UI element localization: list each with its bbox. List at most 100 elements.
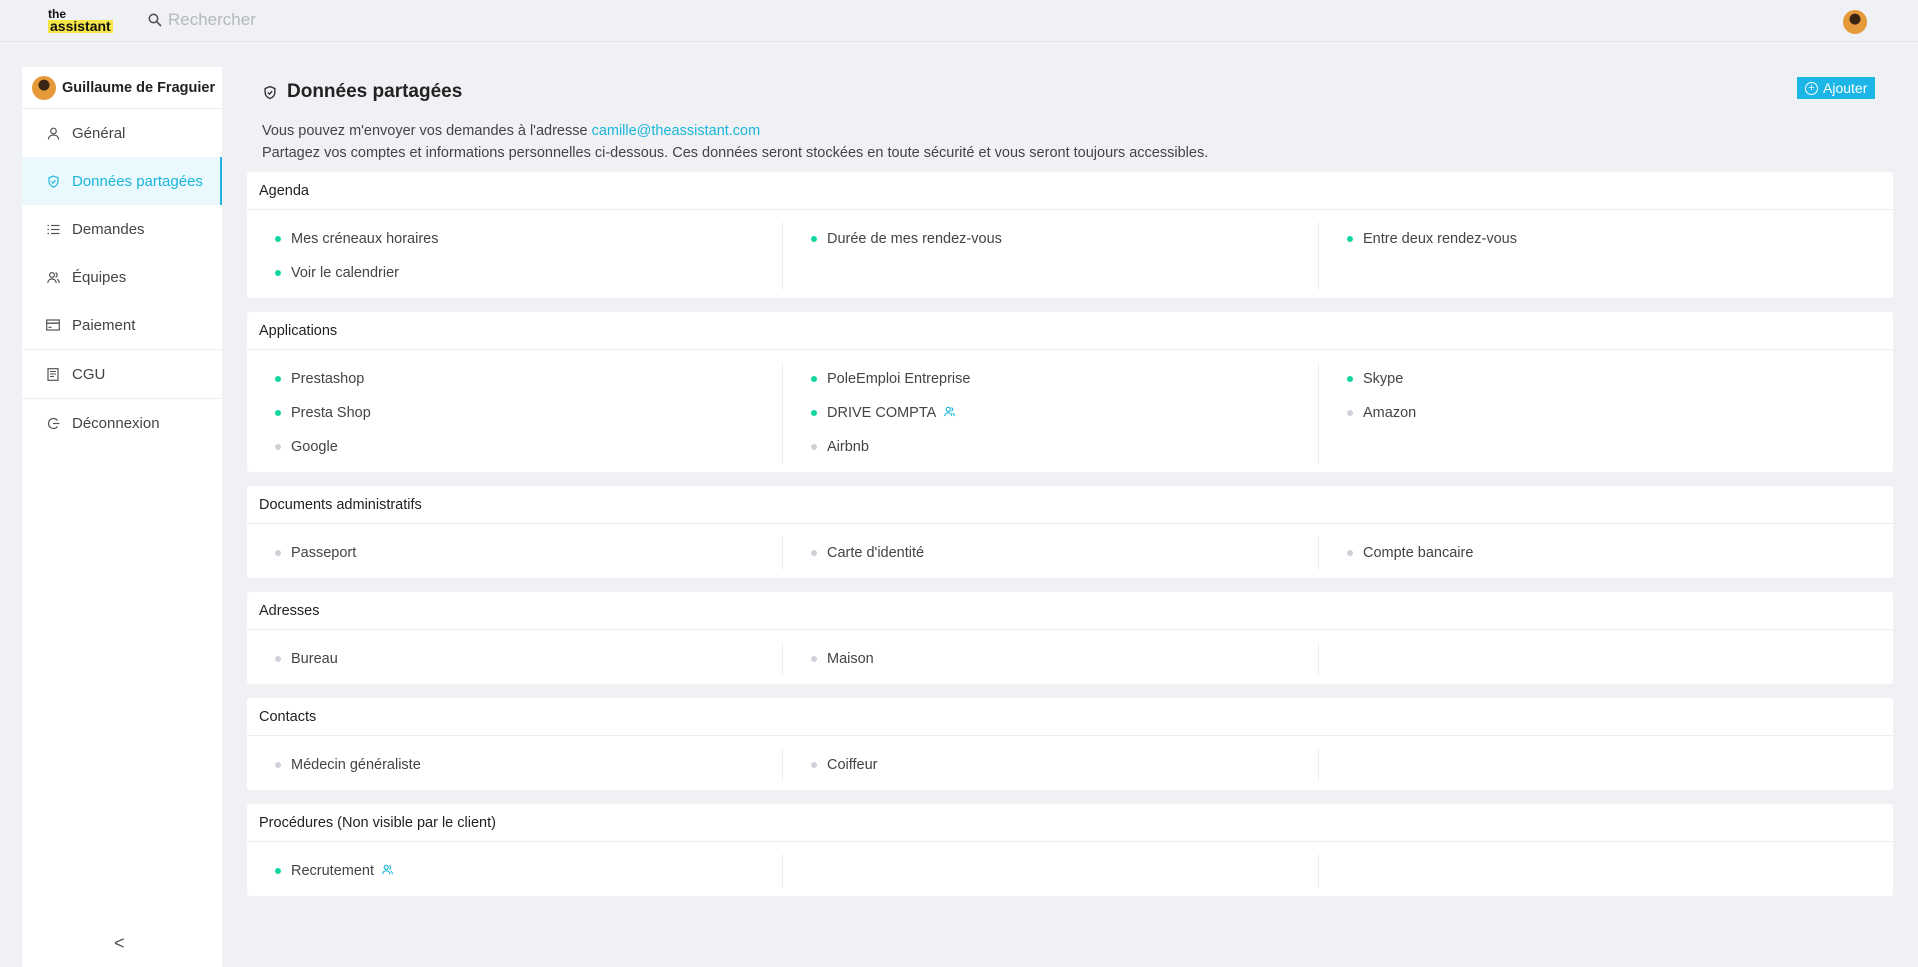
shared-item-duree-de-mes-rendez-vous[interactable]: Durée de mes rendez-vous [811,222,1318,256]
shared-item-passeport[interactable]: Passeport [275,536,782,570]
card-icon [46,318,60,332]
section-card-applications: Applications Prestashop Presta Shop Google P… [247,312,1893,472]
sidebar-item-label: Général [72,124,126,142]
sidebar-item-label: Déconnexion [72,414,160,432]
sidebar-item-label: Demandes [72,220,145,238]
status-dot [275,410,281,416]
section-column: Entre deux rendez-vous [1319,222,1893,290]
section-column: Mes créneaux horaires Voir le calendrier [247,222,783,290]
sidebar-item-paiement[interactable]: Paiement [22,301,222,349]
shared-item-label: Presta Shop [291,405,371,421]
status-dot [811,550,817,556]
shared-item-label: Airbnb [827,439,869,455]
section-card-documents-administratifs: Documents administratifs Passeport Carte d… [247,486,1893,578]
shared-item-bureau[interactable]: Bureau [275,642,782,676]
section-column [1319,854,1893,888]
user-icon [46,126,60,140]
shared-item-label: Recrutement [291,863,375,879]
sidebar-item-demandes[interactable]: Demandes [22,205,222,253]
shared-item-coiffeur[interactable]: Coiffeur [811,748,1318,782]
status-dot [1347,410,1353,416]
page-description: Vous pouvez m'envoyer vos demandes à l'a… [262,120,1208,164]
sidebar-item-donnees-partagees[interactable]: Données partagées [22,157,222,205]
shared-item-voir-le-calendrier[interactable]: Voir le calendrier [275,256,782,290]
logo[interactable]: the assistant [48,8,113,34]
status-dot [275,868,281,874]
section-body: Médecin généraliste Coiffeur [247,736,1893,790]
shared-item-airbnb[interactable]: Airbnb [811,430,1318,464]
shared-item-poleemploi-entreprise[interactable]: PoleEmploi Entreprise [811,362,1318,396]
status-dot [275,236,281,242]
description-line2: Partagez vos comptes et informations per… [262,145,1209,161]
status-dot [275,762,281,768]
sidebar-item-deconnexion[interactable]: Déconnexion [22,399,222,447]
collapse-sidebar-button[interactable]: < [114,933,125,954]
section-title: Applications [247,312,1893,350]
shared-item-label: Skype [1363,371,1404,387]
shared-item-label: Passeport [291,545,357,561]
shared-item-label: Bureau [291,651,338,667]
add-button[interactable]: + Ajouter [1797,77,1876,99]
shared-item-label: PoleEmploi Entreprise [827,371,971,387]
section-card-contacts: Contacts Médecin généraliste Coiffeur [247,698,1893,790]
section-column: Maison [783,642,1319,676]
shared-item-compte-bancaire[interactable]: Compte bancaire [1347,536,1893,570]
shared-item-mes-creneaux-horaires[interactable]: Mes créneaux horaires [275,222,782,256]
section-card-procedures-non-visible-par-le-client: Procédures (Non visible par le client) Re… [247,804,1893,896]
shared-item-entre-deux-rendez-vous[interactable]: Entre deux rendez-vous [1347,222,1893,256]
shared-item-amazon[interactable]: Amazon [1347,396,1893,430]
section-body: Bureau Maison [247,630,1893,684]
shared-item-label: Prestashop [291,371,365,387]
shield-check-icon [46,174,60,188]
status-dot [275,444,281,450]
status-dot [275,376,281,382]
sidebar-item-label: Paiement [72,316,136,334]
sidebar-item-label: Équipes [72,268,127,286]
section-column: Compte bancaire [1319,536,1893,570]
shared-item-label: Amazon [1363,405,1417,421]
shared-item-label: Entre deux rendez-vous [1363,231,1517,247]
sidebar-item-equipes[interactable]: Équipes [22,253,222,301]
shared-item-label: DRIVE COMPTA [827,405,937,421]
assistant-email-link[interactable]: camille@theassistant.com [592,123,761,139]
sidebar-item-general[interactable]: Général [22,109,222,157]
status-dot [1347,550,1353,556]
status-dot [811,376,817,382]
shared-item-carte-d-identite[interactable]: Carte d'identité [811,536,1318,570]
user-avatar[interactable] [1843,10,1867,34]
shared-item-presta-shop[interactable]: Presta Shop [275,396,782,430]
shared-item-recrutement[interactable]: Recrutement [275,854,782,888]
status-dot [811,236,817,242]
shared-item-maison[interactable]: Maison [811,642,1318,676]
sidebar: Guillaume de Fraguier Général Données pa… [22,67,222,967]
shared-item-skype[interactable]: Skype [1347,362,1893,396]
shield-check-icon [264,85,276,99]
status-dot [811,444,817,450]
section-column: Recrutement [247,854,783,888]
section-title: Agenda [247,172,1893,210]
shared-item-drive-compta[interactable]: DRIVE COMPTA [811,396,1318,430]
user-name: Guillaume de Fraguier [62,79,216,96]
shared-item-google[interactable]: Google [275,430,782,464]
status-dot [1347,376,1353,382]
section-title: Contacts [247,698,1893,736]
section-body: Recrutement [247,842,1893,896]
section-column: Bureau [247,642,783,676]
page-title-text: Données partagées [287,81,463,102]
document-icon [46,367,60,381]
section-column: Skype Amazon [1319,362,1893,464]
section-card-adresses: Adresses Bureau Maison [247,592,1893,684]
search-input[interactable] [168,10,468,30]
section-column: Coiffeur [783,748,1319,782]
shared-item-label: Maison [827,651,874,667]
section-body: Prestashop Presta Shop Google PoleEmploi En… [247,350,1893,472]
sidebar-item-cgu[interactable]: CGU [22,350,222,398]
search-icon [148,13,162,27]
status-dot [275,656,281,662]
shared-item-prestashop[interactable]: Prestashop [275,362,782,396]
section-body: Mes créneaux horaires Voir le calendrier D… [247,210,1893,298]
list-icon [46,222,60,236]
shared-item-label: Mes créneaux horaires [291,231,439,247]
section-title: Documents administratifs [247,486,1893,524]
shared-item-medecin-generaliste[interactable]: Médecin généraliste [275,748,782,782]
